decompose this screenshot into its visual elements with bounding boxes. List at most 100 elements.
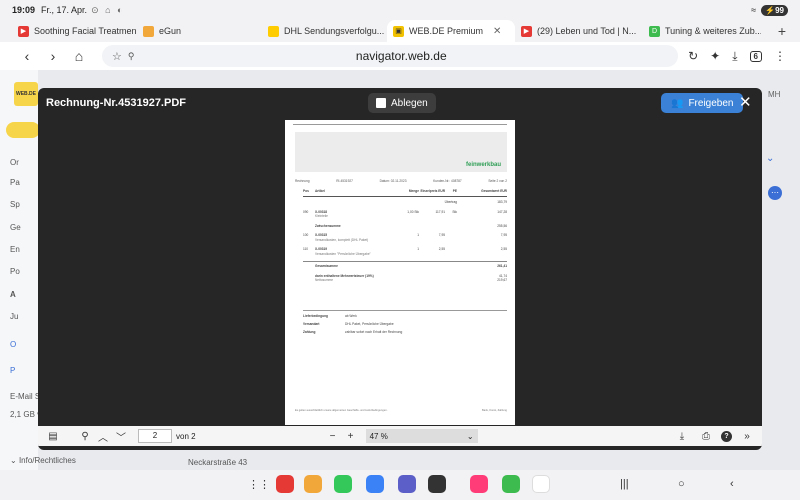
toolbar-actions: ⤓ ⎙ ? » [673,430,756,442]
background-footer: ⌄ Info/Rechtliches Neckarstraße 43 [0,452,800,470]
zoom-select[interactable]: 47 % ⌄ [365,429,478,443]
brand-logo: feinwerkbau [465,162,501,168]
search-icon[interactable]: ⚲ [76,431,94,442]
ablegen-label: Ablegen [391,97,428,109]
app-icon[interactable] [276,475,294,493]
browser-icon[interactable] [398,475,416,493]
gallery-icon[interactable] [470,475,488,493]
tab-count-button[interactable]: 6 [749,50,762,62]
invoice-table: Pos Artikel Menge Einzelpreis EUR PE Ges… [303,189,507,288]
help-icon[interactable]: ? [721,430,732,442]
sidebar-item[interactable]: Pa [10,178,20,187]
print-icon[interactable]: ⎙ [697,431,715,442]
col-header: Einzelpreis EUR [420,189,445,193]
browser-tab[interactable]: ▶ Soothing Facial Treatmen... [12,20,137,42]
browser-tab[interactable]: eGun [137,20,262,42]
app-icon[interactable] [502,475,520,493]
divider [303,310,507,311]
freigeben-button[interactable]: 👥 Freigeben [661,93,744,113]
tab-label: Tuning & weiteres Zub... [665,26,761,36]
close-tab-icon[interactable]: ✕ [493,26,501,37]
sparkle-icon[interactable]: ✦ [710,49,720,63]
sidebar-toggle-icon[interactable]: ▤ [44,431,62,442]
people-icon: 👥 [671,97,684,109]
footer-address: Neckarstraße 43 [188,458,248,467]
battery-indicator: ⚡99 [761,4,788,16]
camera-icon[interactable] [428,475,446,493]
browser-tab[interactable]: D Tuning & weiteres Zub... [643,20,761,42]
previous-page-button[interactable]: ︿ [94,429,112,444]
sidebar-item[interactable]: Or [10,158,19,167]
apps-grid-icon[interactable]: ⋮⋮ [248,478,270,491]
zoom-out-button[interactable]: − [324,431,342,442]
app-icon[interactable] [304,475,322,493]
recents-button[interactable]: ||| [620,478,629,490]
storage-value: 2,1 GB v [10,410,42,419]
menu-icon[interactable]: ⋮ [774,49,786,63]
next-page-button[interactable]: ﹀ [112,429,130,444]
storage-label: E-Mail S [10,392,41,401]
sidebar-item[interactable]: Ju [10,312,18,321]
more-tools-icon[interactable]: » [738,431,756,442]
sidebar-item[interactable]: P [10,366,15,375]
table-row: Zwischensumme 255,56 [315,223,507,228]
carry-label: Übertrag [444,200,457,204]
chevron-down-icon[interactable]: ⌄ [766,153,774,164]
close-icon[interactable]: ✕ [739,93,752,113]
tab-label: eGun [159,26,182,36]
ablegen-button[interactable]: Ablegen [368,93,436,113]
page-number-input[interactable]: 2 [138,429,172,443]
zoom-in-button[interactable]: + [342,431,360,442]
date: Fr., 17. Apr. [41,5,88,15]
document-title: Rechnung-Nr.4531927.PDF [46,97,186,109]
pdf-page: feinwerkbau Rechnung RI-4531927 Datum: 0… [285,120,515,425]
phone-icon[interactable] [334,475,352,493]
avatar[interactable]: MH [768,90,780,99]
site-info-icon[interactable]: ⚲ [128,51,135,62]
viewer-toolbar: ▤ ⚲ ︿ ﹀ 2 von 2 − + 47 % ⌄ ⤓ ⎙ ? » [38,426,762,446]
url-text: navigator.web.de [355,49,447,63]
col-header: Artikel [315,189,325,193]
term-row: Lieferbedingung ab Werk [303,314,357,318]
messages-icon[interactable] [366,475,384,493]
photos-icon[interactable] [532,475,550,493]
browser-tab[interactable]: ▶ (29) Leben und Tod | N... [515,20,643,42]
total-row: Gesamtsumme 261,41 [303,261,507,269]
browser-tab[interactable]: DHL Sendungsverfolgu... [262,20,387,42]
egun-icon [143,25,154,37]
browser-tab-active[interactable]: ▣ WEB.DE Premium ✕ [387,20,515,42]
youtube-icon: ▶ [18,25,29,37]
url-field[interactable]: ☆ ⚲ navigator.web.de [102,45,679,67]
tab-bar: ▶ Soothing Facial Treatmen... eGun DHL S… [0,20,800,42]
more-icon[interactable]: ⋯ [768,186,782,200]
divider [293,124,507,125]
freigeben-label: Freigeben [688,97,734,109]
download-icon[interactable]: ⤓ [673,431,691,442]
sidebar-item[interactable]: A [10,290,16,299]
home-icon[interactable]: ⌂ [66,48,92,64]
sidebar-item[interactable]: Ge [10,223,21,232]
sidebar-item[interactable]: Po [10,267,20,276]
sidebar-item[interactable]: Sp [10,200,20,209]
tab-label: DHL Sendungsverfolgu... [284,26,385,36]
folder-icon [376,98,386,108]
dock: ⋮⋮ ||| ○ ‹ [0,470,800,500]
letterhead: feinwerkbau [295,132,507,172]
reload-icon[interactable]: ↻ [688,49,698,63]
address-bar: ‹ › ⌂ ☆ ⚲ navigator.web.de ↻ ✦ ⤓ 6 ⋮ [0,42,800,70]
webde-logo: WEB.DE [14,82,38,106]
new-tab-button[interactable]: + [778,23,786,39]
bookmark-star-icon[interactable]: ☆ [112,50,122,63]
meta-field: Seite 2 von 2 [488,179,507,183]
back-nav-button[interactable]: ‹ [730,478,734,490]
col-header: Gesamtwert EUR [481,189,507,193]
compose-button[interactable] [6,122,40,138]
footer-info-link[interactable]: ⌄ Info/Rechtliches [10,456,76,465]
sidebar-item[interactable]: O [10,340,16,349]
download-icon[interactable]: ⤓ [732,49,737,64]
forward-button[interactable]: › [40,48,66,64]
back-button[interactable]: ‹ [14,48,40,64]
table-row: 110 X-00319 Versandkosten "Persönliche Üb… [303,247,507,256]
home-button[interactable]: ○ [678,478,685,490]
sidebar-item[interactable]: En [10,245,20,254]
